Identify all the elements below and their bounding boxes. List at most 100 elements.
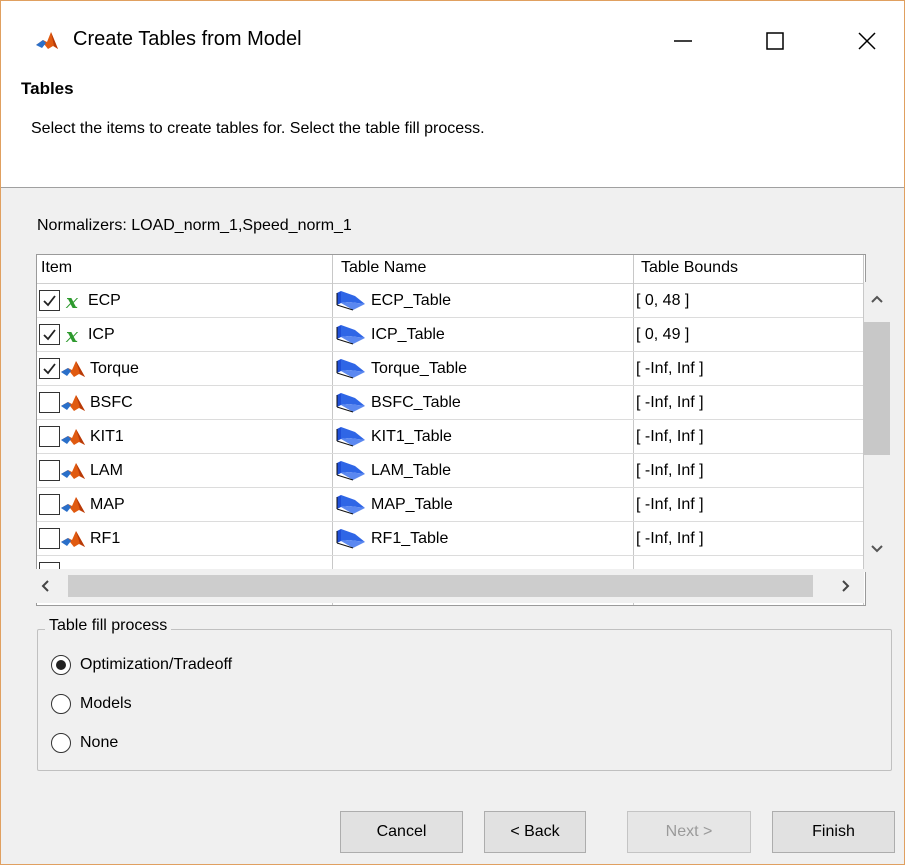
table-name-cell[interactable]: BSFC_Table xyxy=(333,386,633,419)
radio-optimization-tradeoff[interactable]: Optimization/Tradeoff xyxy=(51,655,232,675)
table-name-text: RF1_Table xyxy=(371,529,449,547)
table-name-cell[interactable]: RF1_Table xyxy=(333,522,633,555)
column-header-table-bounds[interactable]: Table Bounds xyxy=(641,259,738,277)
table-row[interactable]: Torque Torque_Table [ -Inf, Inf ] xyxy=(37,352,863,386)
table-bounds-cell[interactable]: [ 0, 49 ] xyxy=(636,318,862,351)
matlab-model-icon xyxy=(61,360,85,377)
radio-button[interactable] xyxy=(51,655,71,675)
table-row[interactable]: RF1 RF1_Table [ -Inf, Inf ] xyxy=(37,522,863,556)
item-name: MAP xyxy=(90,495,125,513)
table-name-text: ECP_Table xyxy=(371,291,452,309)
radio-label: Models xyxy=(80,695,132,712)
normalizers-label: Normalizers: LOAD_norm_1,Speed_norm_1 xyxy=(37,217,352,234)
table-bounds-cell[interactable]: [ -Inf, Inf ] xyxy=(636,386,862,419)
item-checkbox[interactable] xyxy=(39,494,60,515)
item-name: KIT1 xyxy=(90,427,124,445)
table-bounds-text: [ -Inf, Inf ] xyxy=(636,461,704,479)
scroll-up-arrow-icon[interactable] xyxy=(870,294,884,304)
table-bounds-cell[interactable]: [ -Inf, Inf ] xyxy=(636,420,862,453)
finish-button[interactable]: Finish xyxy=(772,811,895,853)
item-checkbox[interactable] xyxy=(39,528,60,549)
matlab-model-icon xyxy=(61,428,85,445)
matlab-icon xyxy=(36,32,58,49)
table-row[interactable]: BSFC BSFC_Table [ -Inf, Inf ] xyxy=(37,386,863,420)
maximize-button[interactable] xyxy=(745,11,805,71)
fill-process-group xyxy=(37,629,892,771)
dialog-window: Create Tables from Model Tables Select t… xyxy=(0,0,905,865)
check-icon xyxy=(43,295,56,307)
scroll-right-arrow-icon[interactable] xyxy=(841,579,851,593)
radio-button[interactable] xyxy=(51,694,71,714)
horizontal-scroll-thumb[interactable] xyxy=(68,575,813,597)
table-name-text: ICP_Table xyxy=(371,325,445,343)
item-cell: x ICP xyxy=(37,318,332,351)
table-bounds-text: [ -Inf, Inf ] xyxy=(636,427,704,445)
minimize-icon xyxy=(674,40,692,42)
table-name-cell[interactable]: Torque_Table xyxy=(333,352,633,385)
radio-button[interactable] xyxy=(51,733,71,753)
item-name: ECP xyxy=(87,291,121,309)
vertical-scrollbar[interactable] xyxy=(864,282,904,572)
lookup-table-icon xyxy=(336,392,365,412)
radio-models[interactable]: Models xyxy=(51,694,132,714)
item-checkbox[interactable] xyxy=(39,324,60,345)
item-cell: LAM xyxy=(37,454,332,487)
table-name-cell[interactable]: LAM_Table xyxy=(333,454,633,487)
table-name-cell[interactable]: KIT1_Table xyxy=(333,420,633,453)
back-button[interactable]: < Back xyxy=(484,811,586,853)
next-button[interactable]: Next > xyxy=(627,811,751,853)
close-button[interactable] xyxy=(837,11,897,71)
item-checkbox[interactable] xyxy=(39,460,60,481)
table-name-cell[interactable]: ECP_Table xyxy=(333,284,633,317)
item-checkbox[interactable] xyxy=(39,290,60,311)
table-row[interactable]: MAP MAP_Table [ -Inf, Inf ] xyxy=(37,488,863,522)
table-row[interactable]: LAM LAM_Table [ -Inf, Inf ] xyxy=(37,454,863,488)
item-checkbox[interactable] xyxy=(39,358,60,379)
item-checkbox[interactable] xyxy=(39,392,60,413)
table-name-text: LAM_Table xyxy=(371,461,452,479)
close-icon xyxy=(858,32,876,50)
table-bounds-cell[interactable]: [ -Inf, Inf ] xyxy=(636,522,862,555)
table-bounds-cell[interactable]: [ -Inf, Inf ] xyxy=(636,352,862,385)
table-row[interactable]: KIT1 KIT1_Table [ -Inf, Inf ] xyxy=(37,420,863,454)
item-cell: BSFC xyxy=(37,386,332,419)
minimize-button[interactable] xyxy=(653,11,713,71)
table-row[interactable]: x ICP ICP_Table [ 0, 49 ] xyxy=(37,318,863,352)
item-name: Torque xyxy=(90,359,139,377)
radio-label: None xyxy=(80,734,119,751)
table-name-text: KIT1_Table xyxy=(371,427,452,445)
matlab-model-icon xyxy=(61,462,85,479)
item-cell: RF1 xyxy=(37,522,332,555)
table-name-text: BSFC_Table xyxy=(371,393,461,411)
table-bounds-cell[interactable]: [ -Inf, Inf ] xyxy=(636,454,862,487)
window-title: Create Tables from Model xyxy=(73,28,302,50)
horizontal-scrollbar[interactable] xyxy=(36,569,864,603)
wizard-header: Tables Select the items to create tables… xyxy=(1,79,904,188)
column-header-item[interactable]: Item xyxy=(41,259,72,277)
lookup-table-icon xyxy=(336,528,365,548)
lookup-table-icon xyxy=(336,426,365,446)
check-icon xyxy=(43,363,56,375)
cancel-button[interactable]: Cancel xyxy=(340,811,463,853)
table-name-cell[interactable]: MAP_Table xyxy=(333,488,633,521)
item-cell: KIT1 xyxy=(37,420,332,453)
table-bounds-text: [ -Inf, Inf ] xyxy=(636,495,704,513)
table-name-cell[interactable]: ICP_Table xyxy=(333,318,633,351)
table-bounds-cell[interactable]: [ 0, 48 ] xyxy=(636,284,862,317)
table-bounds-text: [ -Inf, Inf ] xyxy=(636,393,704,411)
header-title: Tables xyxy=(21,79,74,98)
table-name-text: MAP_Table xyxy=(371,495,453,513)
scroll-down-arrow-icon[interactable] xyxy=(870,544,884,554)
scroll-left-arrow-icon[interactable] xyxy=(40,579,50,593)
radio-none[interactable]: None xyxy=(51,733,118,753)
item-cell: x ECP xyxy=(37,284,332,317)
table-bounds-text: [ -Inf, Inf ] xyxy=(636,359,704,377)
table-row[interactable]: x ECP ECP_Table [ 0, 48 ] xyxy=(37,284,863,318)
matlab-model-icon xyxy=(61,394,85,411)
table-bounds-cell[interactable]: [ -Inf, Inf ] xyxy=(636,488,862,521)
item-checkbox[interactable] xyxy=(39,426,60,447)
lookup-table-icon xyxy=(336,460,365,480)
column-header-table-name[interactable]: Table Name xyxy=(341,259,426,277)
vertical-scroll-thumb[interactable] xyxy=(864,322,890,455)
table-name-text: Torque_Table xyxy=(371,359,468,377)
